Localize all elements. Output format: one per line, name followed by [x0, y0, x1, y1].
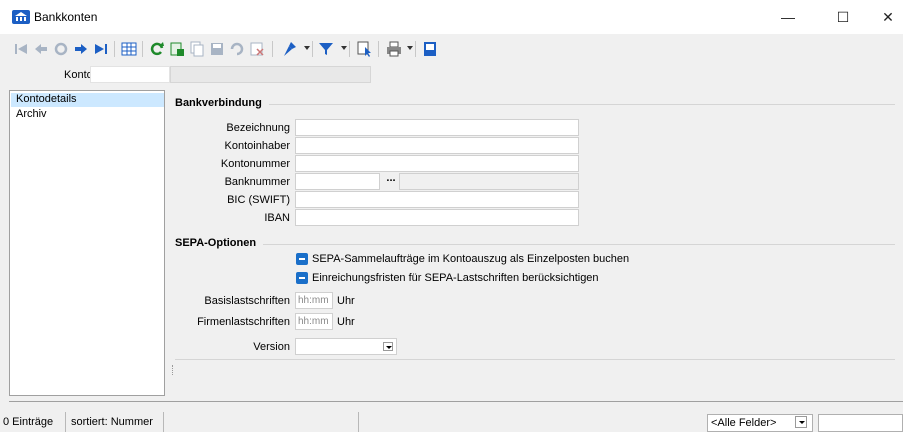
- last-record-icon[interactable]: [92, 40, 110, 58]
- group-divider: [269, 104, 895, 105]
- bic-label: BIC (SWIFT): [227, 194, 290, 206]
- firmenlastschriften-unit: Uhr: [337, 316, 355, 328]
- basislastschriften-time-input[interactable]: hh:mm: [295, 292, 333, 309]
- save-record-icon[interactable]: [208, 40, 226, 58]
- bankverbindung-title: Bankverbindung: [175, 97, 262, 109]
- kontoinhaber-field[interactable]: [295, 137, 579, 154]
- toolbar-separator: [114, 41, 115, 57]
- banknummer-lookup-button[interactable]: ...: [384, 173, 398, 188]
- bankname-display: [399, 173, 579, 190]
- print-icon[interactable]: [385, 40, 403, 58]
- tree-item-kontodetails[interactable]: Kontodetails: [11, 93, 164, 107]
- splitter-grip[interactable]: [172, 365, 173, 375]
- record-count: 0 Einträge: [0, 412, 66, 432]
- sepa-fristen-checkbox[interactable]: [296, 272, 308, 284]
- window-title: Bankkonten: [34, 10, 98, 24]
- status-panel: [166, 412, 359, 432]
- bic-field[interactable]: [295, 191, 579, 208]
- minimize-button[interactable]: —: [765, 0, 811, 34]
- new-record-icon[interactable]: [168, 40, 186, 58]
- banknummer-field[interactable]: [295, 173, 380, 190]
- tree-item-archiv[interactable]: Archiv: [14, 108, 47, 122]
- konto-label: Konto: [64, 69, 93, 81]
- previous-record-icon[interactable]: [32, 40, 50, 58]
- next-record-icon[interactable]: [72, 40, 90, 58]
- pin-icon[interactable]: [280, 40, 298, 58]
- filter-icon[interactable]: [317, 40, 335, 58]
- bezeichnung-field[interactable]: [295, 119, 579, 136]
- konto-input[interactable]: [90, 66, 170, 83]
- version-label: Version: [253, 341, 290, 353]
- firmenlastschriften-time-input[interactable]: hh:mm: [295, 313, 333, 330]
- title-bar: Bankkonten — ☐ ✕: [0, 0, 903, 34]
- basislastschriften-label: Basislastschriften: [204, 295, 290, 307]
- sepa-einzelposten-label: SEPA-Sammelaufträge im Kontoauszug als E…: [312, 253, 630, 265]
- undo-changes-icon[interactable]: [228, 40, 246, 58]
- first-record-icon[interactable]: [12, 40, 30, 58]
- chevron-down-icon[interactable]: [795, 416, 807, 428]
- firmenlastschriften-label: Firmenlastschriften: [197, 316, 290, 328]
- undo-icon[interactable]: [52, 40, 70, 58]
- toolbar-separator: [272, 41, 273, 57]
- toolbar-separator: [312, 41, 313, 57]
- version-select[interactable]: [295, 338, 397, 355]
- exit-icon[interactable]: [421, 40, 439, 58]
- print-dropdown-arrow[interactable]: [407, 46, 413, 50]
- copy-record-icon[interactable]: [188, 40, 206, 58]
- sepa-optionen-title: SEPA-Optionen: [175, 237, 257, 249]
- konto-description-bar: [170, 66, 371, 83]
- toolbar-separator: [415, 41, 416, 57]
- sepa-fristen-label: Einreichungsfristen für SEPA-Lastschrift…: [312, 272, 599, 284]
- kontonummer-field[interactable]: [295, 155, 579, 172]
- bank-icon: [12, 10, 30, 24]
- banknummer-label: Banknummer: [224, 176, 290, 188]
- refresh-icon[interactable]: [148, 40, 166, 58]
- filter-dropdown-arrow[interactable]: [341, 46, 347, 50]
- toolbar-separator: [142, 41, 143, 57]
- select-icon[interactable]: [356, 40, 374, 58]
- iban-label: IBAN: [264, 212, 290, 224]
- delete-record-icon[interactable]: [248, 40, 266, 58]
- table-view-icon[interactable]: [120, 40, 138, 58]
- chevron-down-icon[interactable]: [383, 342, 393, 351]
- sort-status: sortiert: Nummer: [68, 412, 164, 432]
- bezeichnung-label: Bezeichnung: [226, 122, 290, 134]
- group-divider: [263, 244, 895, 245]
- kontonummer-label: Kontonummer: [220, 158, 290, 170]
- iban-field[interactable]: [295, 209, 579, 226]
- kontoinhaber-label: Kontoinhaber: [224, 140, 290, 152]
- toolbar-separator: [378, 41, 379, 57]
- maximize-button[interactable]: ☐: [820, 0, 866, 34]
- sepa-einzelposten-checkbox[interactable]: [296, 253, 308, 265]
- close-button[interactable]: ✕: [865, 0, 903, 34]
- horizontal-scrollbar[interactable]: [9, 401, 903, 402]
- pin-dropdown-arrow[interactable]: [304, 46, 310, 50]
- group-divider: [175, 359, 895, 360]
- detail-panel: Bankverbindung Bezeichnung Kontoinhaber …: [165, 90, 903, 396]
- search-input[interactable]: [818, 414, 903, 432]
- basislastschriften-unit: Uhr: [337, 295, 355, 307]
- toolbar-separator: [349, 41, 350, 57]
- navigation-tree: Kontodetails Archiv: [9, 90, 165, 396]
